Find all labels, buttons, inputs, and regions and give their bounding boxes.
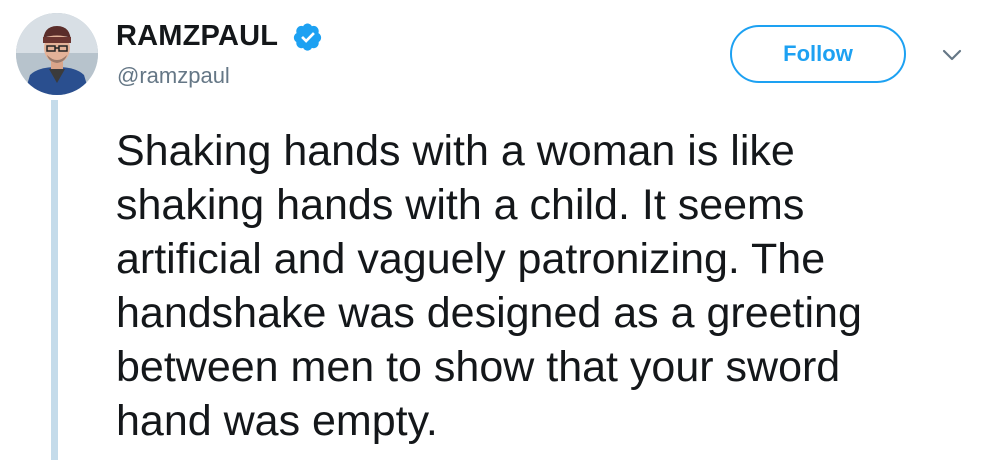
avatar-image — [16, 13, 98, 95]
tweet-text-line: between men to show that your sword — [116, 343, 841, 391]
chevron-down-icon[interactable] — [940, 46, 964, 64]
tweet-text-line: hand was empty. — [116, 397, 438, 445]
tweet-text: Shaking hands with a woman is like shaki… — [116, 124, 966, 448]
thread-line — [51, 100, 58, 460]
tweet-text-line: handshake was designed as a greeting — [116, 289, 862, 337]
avatar[interactable] — [16, 13, 98, 95]
tweet-text-line: artificial and vaguely patronizing. The — [116, 235, 826, 283]
tweet-text-line: shaking hands with a child. It seems — [116, 181, 805, 229]
tweet-text-line: Shaking hands with a woman is like — [116, 127, 795, 175]
tweet-card: RAMZPAUL @ramzpaul Follow Shaking hands … — [0, 0, 981, 460]
handle[interactable]: @ramzpaul — [117, 63, 230, 89]
verified-badge-icon — [293, 23, 322, 51]
follow-button[interactable]: Follow — [730, 25, 906, 83]
display-name[interactable]: RAMZPAUL — [116, 20, 278, 53]
